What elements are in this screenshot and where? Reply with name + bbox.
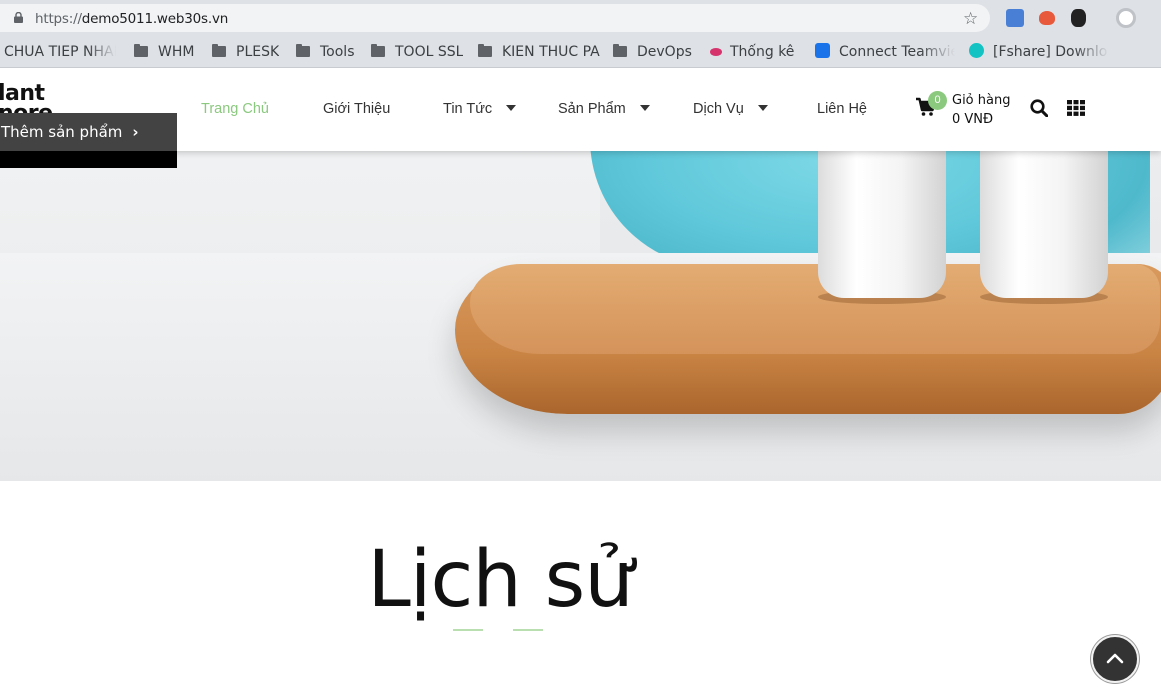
add-product-button[interactable]: Thêm sản phẩm › (0, 113, 177, 168)
fox-extension-icon[interactable] (1039, 11, 1055, 25)
folder-icon (478, 44, 492, 57)
nav-gioi-thieu[interactable]: Giới Thiệu (323, 101, 390, 117)
paw-extension-icon[interactable] (1071, 9, 1086, 27)
bookmark-label: [Fshare] Downlo (993, 44, 1108, 60)
add-product-label: Thêm sản phẩm (1, 123, 123, 141)
bookmark-thong-ke[interactable]: Thống kê (710, 42, 794, 62)
nav-san-pham[interactable]: Sản Phẩm (558, 101, 650, 117)
caret-down-icon (757, 105, 768, 111)
teamviewer-icon (815, 43, 830, 58)
cart-count-badge: 0 (928, 91, 947, 110)
bookmark-tools[interactable]: Tools (296, 42, 355, 62)
heart-icon (710, 48, 722, 56)
cart-label: Giỏ hàng (952, 93, 1011, 108)
chevron-right-icon: › (132, 123, 139, 141)
bookmark-label: PLESK (236, 44, 280, 60)
search-icon[interactable] (1030, 99, 1048, 117)
bookmark-label: Connect Teamvie (839, 44, 955, 60)
bookmark-label: WHM (158, 44, 195, 60)
add-product-label-wrap: Thêm sản phẩm › (1, 123, 139, 141)
translate-extension-icon[interactable] (1006, 9, 1024, 27)
section-title: Lịch sử (367, 535, 633, 625)
address-bar[interactable]: https://demo5011.web30s.vn ☆ (0, 4, 990, 32)
nav-label: Dịch Vụ (693, 101, 744, 117)
bookmark-label: KIEN THUC PA (502, 44, 600, 60)
url-scheme: https:// (35, 11, 82, 27)
nav-tin-tuc[interactable]: Tin Tức (443, 101, 517, 117)
browser-toolbar: https://demo5011.web30s.vn ☆ (0, 0, 1161, 36)
nav-dich-vu[interactable]: Dịch Vụ (693, 101, 768, 117)
site-header: lantnore Trang Chủ Giới Thiệu Tin Tức Sả… (0, 68, 1161, 168)
nav-label: Tin Tức (443, 101, 493, 117)
scroll-to-top-button[interactable] (1091, 635, 1139, 683)
folder-icon (613, 44, 627, 57)
caret-down-icon (639, 105, 650, 111)
folder-icon (296, 44, 310, 57)
download-icon (969, 43, 984, 58)
nav-label: Sản Phẩm (558, 101, 626, 117)
folder-icon (134, 44, 148, 57)
title-underline (513, 629, 543, 631)
star-icon[interactable]: ☆ (963, 9, 978, 29)
nav-label: Trang Chủ (201, 101, 269, 117)
bookmark-label: Tools (320, 44, 355, 60)
cart-summary[interactable]: Giỏ hàng 0 VNĐ (952, 91, 1010, 129)
cart-total: 0 VNĐ (952, 112, 994, 127)
bookmark-label: DevOps (637, 44, 692, 60)
lock-icon (14, 12, 23, 23)
nav-trang-chu[interactable]: Trang Chủ (201, 101, 269, 117)
nav-lien-he[interactable]: Liên Hệ (817, 101, 867, 117)
grid-icon[interactable] (1067, 100, 1085, 116)
bookmark-plesk[interactable]: PLESK (212, 42, 279, 62)
title-underline (453, 629, 483, 631)
bookmark-chua-tiep-nhan[interactable]: CHUA TIEP NHAN (4, 42, 116, 62)
profile-avatar[interactable] (1116, 8, 1136, 28)
bookmarks-bar: CHUA TIEP NHAN WHM PLESK Tools TOOL SSL … (0, 36, 1161, 68)
nav-label: Giới Thiệu (323, 101, 391, 117)
bookmark-label: Thống kê (730, 44, 795, 60)
folder-icon (212, 44, 226, 57)
url-host: demo5011.web30s.vn (81, 11, 229, 27)
bookmark-teamviewer[interactable]: Connect Teamvie (815, 42, 955, 62)
caret-down-icon (506, 105, 517, 111)
bookmark-tool-ssl[interactable]: TOOL SSL (371, 42, 463, 62)
url-text: https://demo5011.web30s.vn (35, 11, 228, 27)
bookmark-whm[interactable]: WHM (134, 42, 194, 62)
bookmark-fshare[interactable]: [Fshare] Downlo (969, 42, 1109, 62)
folder-icon (371, 44, 385, 57)
web-page: lantnore Trang Chủ Giới Thiệu Tin Tức Sả… (0, 68, 1161, 693)
nav-label: Liên Hệ (817, 101, 867, 117)
bookmark-devops[interactable]: DevOps (613, 42, 692, 62)
chevron-up-icon (1106, 653, 1124, 664)
bookmark-label: CHUA TIEP NHAN (4, 44, 116, 60)
bookmark-kien-thuc-pa[interactable]: KIEN THUC PA (478, 42, 600, 62)
bookmark-label: TOOL SSL (395, 44, 464, 60)
